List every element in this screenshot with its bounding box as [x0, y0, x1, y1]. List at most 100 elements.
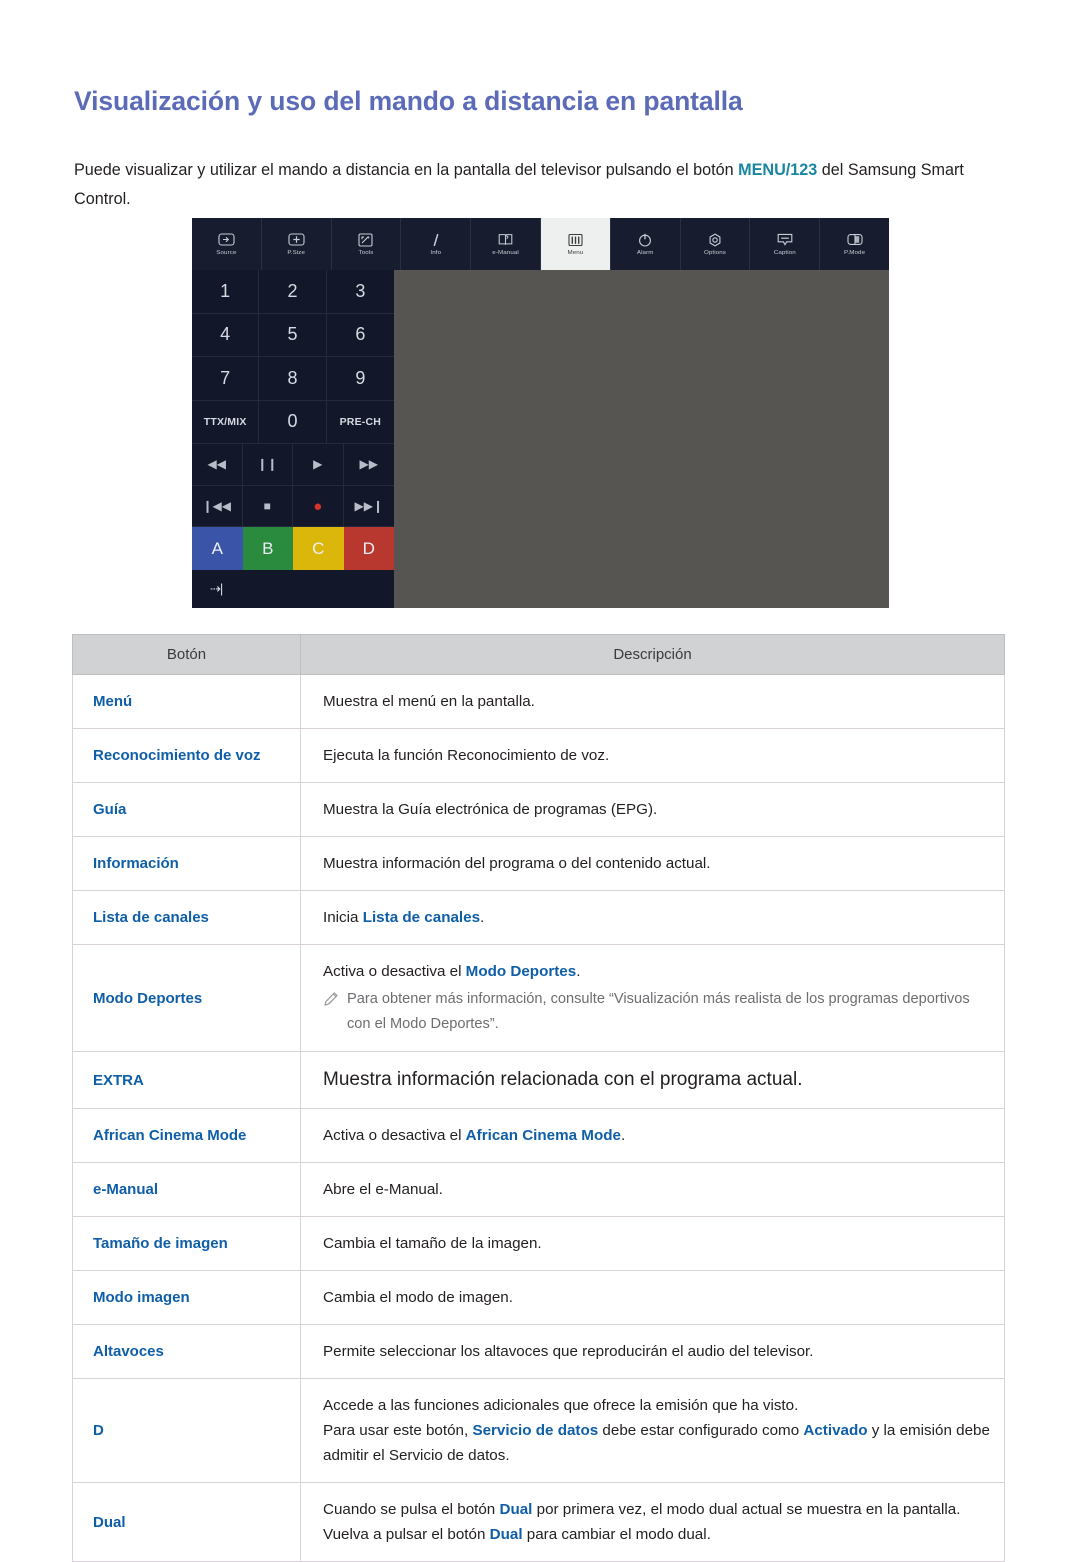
- button-description-table: Botón Descripción Menú Muestra el menú en…: [72, 634, 1005, 1562]
- intro-paragraph: Puede visualizar y utilizar el mando a d…: [74, 156, 979, 214]
- remote-pause-icon[interactable]: ❙❙: [242, 444, 293, 486]
- button-name-cell: Tamaño de imagen: [72, 1216, 301, 1271]
- remote-key-8[interactable]: 8: [259, 357, 327, 401]
- desc-text: por primera vez, el modo dual actual se …: [532, 1501, 961, 1518]
- table-row: D Accede a las funciones adicionales que …: [72, 1378, 1005, 1483]
- remote-exit-row: ⇢|: [192, 569, 394, 608]
- remote-topbar-item-menu[interactable]: Menu: [540, 218, 611, 270]
- remote-next-icon[interactable]: ▶▶❙: [343, 486, 394, 528]
- menu123-key-label: MENU/123: [738, 161, 818, 180]
- remote-key-2[interactable]: 2: [259, 270, 327, 314]
- remote-body: 1 2 3 4 5 6 7 8 9 TTX/MIX 0 PRE-CH ◀◀ ❙❙ ▶ ▶▶ ❙◀◀ ■ ● ▶▶❙…: [192, 270, 889, 608]
- intro-text-before: Puede visualizar y utilizar el mando a d…: [74, 161, 739, 180]
- remote-topbar-item-caption[interactable]: Caption: [750, 218, 821, 270]
- caption-icon: [776, 232, 794, 247]
- remote-color-button-d[interactable]: D: [343, 527, 394, 570]
- button-name-cell: Menú: [72, 674, 301, 729]
- remote-topbar-label: P.Size: [287, 249, 306, 256]
- button-description-cell: Muestra información relacionada con el p…: [300, 1051, 1005, 1109]
- remote-key-5[interactable]: 5: [259, 313, 327, 357]
- button-description-cell: Cambia el modo de imagen.: [300, 1270, 1005, 1325]
- button-name-cell: African Cinema Mode: [72, 1108, 301, 1163]
- remote-key-4[interactable]: 4: [192, 313, 260, 357]
- desc-text: Vuelva a pulsar el botón: [323, 1526, 490, 1543]
- button-name-cell: EXTRA: [72, 1051, 301, 1109]
- remote-fast-forward-icon[interactable]: ▶▶: [343, 444, 394, 486]
- picture-size-icon: [287, 232, 305, 247]
- button-description-cell: Abre el e-Manual.: [300, 1162, 1005, 1217]
- desc-line: Vuelva a pulsar el botón Dual para cambi…: [323, 1522, 990, 1547]
- desc-text: .: [576, 963, 581, 980]
- remote-media-row-2: ❙◀◀ ■ ● ▶▶❙: [192, 485, 394, 528]
- button-name-cell: Dual: [72, 1482, 301, 1562]
- remote-key-9[interactable]: 9: [326, 357, 394, 401]
- desc-text: Cambia el modo de imagen.: [323, 1289, 513, 1306]
- desc-link[interactable]: African Cinema Mode: [466, 1127, 621, 1144]
- remote-key-ttx-mix[interactable]: TTX/MIX: [192, 400, 260, 444]
- remote-key-6[interactable]: 6: [326, 314, 394, 357]
- table-body: Menú Muestra el menú en la pantalla. Recon…: [72, 674, 1005, 1562]
- desc-text: para cambiar el modo dual.: [522, 1526, 711, 1543]
- source-icon: [217, 232, 235, 247]
- remote-key-7[interactable]: 7: [192, 357, 260, 401]
- desc-text: Ejecuta la función Reconocimiento de voz…: [323, 747, 610, 764]
- remote-preview-area: [394, 270, 889, 608]
- table-row: e-Manual Abre el e-Manual.: [72, 1162, 1005, 1217]
- desc-text: Muestra información relacionada con el p…: [323, 1069, 803, 1090]
- remote-topbar-item-info[interactable]: Info: [401, 218, 472, 270]
- remote-topbar-item-tools[interactable]: Tools: [332, 218, 402, 270]
- desc-line: Para usar este botón, Servicio de datos …: [323, 1418, 990, 1468]
- desc-text: Activa o desactiva el: [323, 1127, 466, 1144]
- remote-key-0[interactable]: 0: [259, 400, 327, 444]
- remote-topbar-item-e-manual[interactable]: e-Manual: [471, 218, 541, 270]
- button-name-cell: D: [72, 1378, 301, 1483]
- table-row: Altavoces Permite seleccionar los altavoc…: [72, 1324, 1005, 1379]
- tools-icon: [357, 232, 375, 247]
- desc-line: Accede a las funciones adicionales que o…: [323, 1393, 990, 1418]
- desc-text: Activa o desactiva el: [323, 963, 466, 980]
- desc-text: .: [480, 909, 485, 926]
- button-description-cell: Activa o desactiva el African Cinema Mod…: [300, 1108, 1005, 1163]
- remote-topbar-item-alarm[interactable]: Alarm: [611, 218, 681, 270]
- table-row: Información Muestra información del progr…: [72, 836, 1005, 891]
- desc-link[interactable]: Dual: [490, 1526, 523, 1543]
- desc-link[interactable]: Dual: [499, 1501, 532, 1518]
- desc-text: .: [620, 1127, 626, 1144]
- description-note: Para obtener más información, consulte “…: [323, 987, 990, 1037]
- alarm-icon: [636, 232, 654, 247]
- desc-text: Accede a las funciones adicionales que o…: [323, 1397, 799, 1414]
- desc-link[interactable]: Modo Deportes: [466, 963, 577, 980]
- pencil-icon: [323, 991, 339, 1007]
- button-name-cell: Reconocimiento de voz: [72, 728, 301, 783]
- remote-key-pre-ch[interactable]: PRE-CH: [326, 401, 394, 444]
- desc-text: Permite seleccionar los altavoces que re…: [323, 1343, 814, 1360]
- remote-previous-icon[interactable]: ❙◀◀: [192, 485, 243, 528]
- remote-topbar-item-p-size[interactable]: P.Size: [262, 218, 332, 270]
- desc-link[interactable]: Servicio de datos: [472, 1422, 598, 1439]
- remote-color-button-b[interactable]: B: [242, 527, 293, 570]
- remote-key-1[interactable]: 1: [192, 270, 260, 314]
- remote-topbar-item-p-mode[interactable]: P.Mode: [820, 218, 889, 270]
- table-row: Lista de canales Inicia Lista de canales.: [72, 890, 1005, 945]
- remote-topbar-label: Menu: [567, 249, 584, 256]
- remote-topbar-item-options[interactable]: Options: [681, 218, 751, 270]
- remote-play-icon[interactable]: ▶: [293, 444, 344, 486]
- on-screen-remote-image: Source P.Size Tools Info e-Manual Menu Alarm Op…: [192, 218, 889, 608]
- remote-record-icon[interactable]: ●: [293, 485, 344, 528]
- table-row: Reconocimiento de voz Ejecuta la función …: [72, 728, 1005, 783]
- remote-topbar-label: e-Manual: [492, 249, 519, 256]
- column-header-descripcion: Descripción: [300, 634, 1005, 675]
- desc-text: Muestra la Guía electrónica de programas…: [323, 801, 658, 818]
- button-name-cell: Información: [72, 836, 301, 891]
- desc-link[interactable]: Activado: [803, 1422, 867, 1439]
- button-description-cell: Muestra el menú en la pantalla.: [300, 674, 1005, 729]
- remote-stop-icon[interactable]: ■: [242, 485, 293, 528]
- remote-rewind-icon[interactable]: ◀◀: [192, 444, 243, 486]
- remote-color-button-c[interactable]: C: [293, 527, 344, 570]
- remote-color-button-a[interactable]: A: [192, 527, 243, 570]
- remote-key-3[interactable]: 3: [326, 270, 394, 314]
- button-description-cell: Inicia Lista de canales.: [300, 890, 1005, 945]
- desc-link[interactable]: Lista de canales: [363, 909, 480, 926]
- remote-topbar-item-source[interactable]: Source: [192, 218, 262, 270]
- table-row: Menú Muestra el menú en la pantalla.: [72, 674, 1005, 729]
